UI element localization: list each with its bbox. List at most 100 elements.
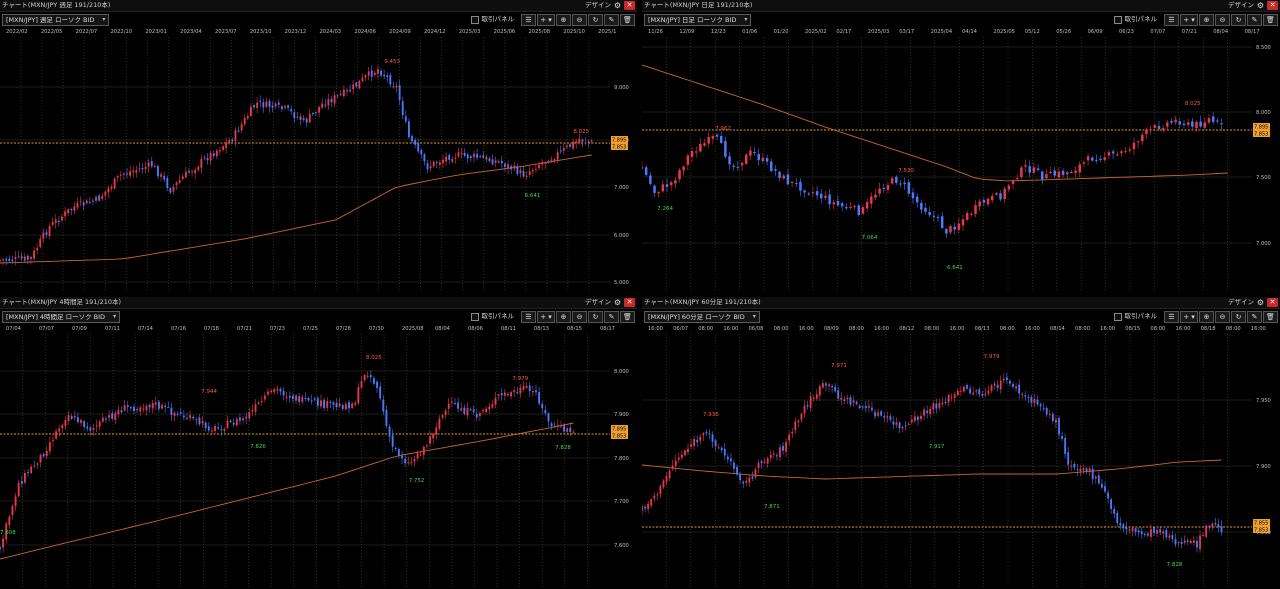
trade-panel-label: 取引パネル [1124, 312, 1158, 320]
close-button[interactable]: ✕ [1267, 298, 1278, 307]
candle-body [158, 401, 160, 409]
refresh-icon[interactable]: ↻ [1231, 13, 1246, 26]
symbol-select[interactable]: [MXN/JPY] 日足 ローソク BID ▾ [644, 14, 752, 26]
crosshair-icon[interactable]: + ▾ [1180, 13, 1198, 26]
candle-body [497, 161, 500, 163]
candle-body [95, 196, 97, 201]
trash-icon[interactable]: 🗑 [1263, 13, 1278, 26]
draw-lines-icon[interactable]: ☰ [521, 310, 536, 323]
window-title: チャート(MXN/JPY 4時間足 191/210本) [2, 298, 122, 306]
pencil-icon[interactable]: ✎ [604, 310, 619, 323]
design-menu[interactable]: デザイン [1228, 297, 1254, 308]
gear-icon[interactable]: ⚙ [613, 298, 622, 307]
crosshair-icon[interactable]: + ▾ [537, 13, 555, 26]
candle-body [1070, 465, 1073, 467]
candle-body [861, 207, 865, 214]
candle-body [690, 444, 692, 447]
zoom-out-icon[interactable]: ⊖ [1215, 13, 1230, 26]
zoom-in-icon[interactable]: ⊕ [556, 310, 571, 323]
close-button[interactable]: ✕ [1267, 1, 1278, 10]
candle-body [361, 77, 364, 82]
trash-icon[interactable]: 🗑 [620, 310, 635, 323]
gear-icon[interactable]: ⚙ [613, 1, 622, 10]
design-menu[interactable]: デザイン [585, 0, 611, 11]
candle-body [292, 395, 294, 399]
zoom-out-icon[interactable]: ⊖ [1215, 310, 1230, 323]
zoom-out-icon[interactable]: ⊖ [572, 13, 587, 26]
candle-body [86, 426, 89, 429]
candle-body [366, 375, 369, 377]
refresh-icon[interactable]: ↻ [588, 13, 603, 26]
candle-body [17, 256, 20, 258]
candle-body [510, 392, 513, 397]
candle-body [717, 447, 720, 449]
close-button[interactable]: ✕ [624, 1, 635, 10]
refresh-icon[interactable]: ↻ [588, 310, 603, 323]
candle-body [861, 406, 864, 408]
pencil-icon[interactable]: ✎ [604, 13, 619, 26]
crosshair-icon[interactable]: + ▾ [537, 310, 555, 323]
candle-body [680, 454, 683, 458]
candlestick-chart[interactable]: 11/26 12/09 12/23 01/06 01/20 2025/02 02/17 202… [642, 27, 1280, 292]
gear-icon[interactable]: ⚙ [1256, 1, 1265, 10]
candle-body [463, 152, 466, 156]
candle-body [223, 429, 226, 431]
candle-body [271, 105, 274, 108]
draw-lines-icon[interactable]: ☰ [521, 13, 536, 26]
candlestick-chart[interactable]: 16:00 06/07 08:00 16:00 06/08 08:00 16:00 08/09… [642, 324, 1280, 589]
candle-body [392, 86, 395, 88]
candle-body [226, 420, 229, 428]
candle-body [1005, 377, 1008, 380]
candle-body [975, 390, 978, 392]
refresh-icon[interactable]: ↻ [1231, 310, 1246, 323]
pencil-icon[interactable]: ✎ [1247, 13, 1262, 26]
draw-lines-icon[interactable]: ☰ [1164, 310, 1179, 323]
candle-body [978, 389, 981, 395]
candlestick-chart[interactable]: 07/04 07/07 07/09 07/11 07/14 07/16 07/18 07/21… [0, 324, 637, 589]
zoom-out-icon[interactable]: ⊖ [572, 310, 587, 323]
gear-icon[interactable]: ⚙ [1256, 298, 1265, 307]
candle-body [702, 433, 705, 436]
candle-body [270, 390, 273, 393]
x-tick-label: 06/07 [673, 326, 688, 332]
candle-body [880, 411, 883, 416]
symbol-select[interactable]: [MXN/JPY] 4時間足 ローソク BID ▾ [2, 311, 121, 323]
candle-body [682, 166, 685, 171]
zoom-in-icon[interactable]: ⊕ [1199, 310, 1214, 323]
trash-icon[interactable]: 🗑 [1263, 310, 1278, 323]
candle-body [482, 155, 485, 158]
candle-body [438, 162, 441, 165]
draw-lines-icon[interactable]: ☰ [1164, 13, 1179, 26]
close-button[interactable]: ✕ [624, 298, 635, 307]
trade-panel-checkbox[interactable] [1113, 15, 1122, 24]
y-tick-label: 7.600 [614, 543, 629, 549]
candle-body [941, 402, 944, 405]
x-tick-label: 2025/03 [459, 29, 481, 35]
candle-body [335, 402, 338, 408]
design-menu[interactable]: デザイン [1228, 0, 1254, 11]
crosshair-icon[interactable]: + ▾ [1180, 310, 1198, 323]
symbol-select[interactable]: [MXN/JPY] 60分足 ローソク BID ▾ [644, 311, 760, 323]
candlestick-chart[interactable]: 2022/02 2022/05 2022/07 2022/10 2023/01 2023/… [0, 27, 637, 292]
candle-body [1178, 121, 1182, 125]
x-tick-label: 06/08 [748, 326, 763, 332]
trade-panel-checkbox[interactable] [470, 15, 479, 24]
symbol-select[interactable]: [MXN/JPY] 週足 ローソク BID ▾ [2, 14, 110, 26]
trash-icon[interactable]: 🗑 [620, 13, 635, 26]
trade-panel-checkbox[interactable] [470, 312, 479, 321]
zoom-in-icon[interactable]: ⊕ [556, 13, 571, 26]
candle-body [1076, 469, 1079, 471]
candle-body [1057, 171, 1061, 178]
candle-body [1189, 541, 1192, 544]
candle-body [504, 163, 506, 167]
design-menu[interactable]: デザイン [585, 297, 611, 308]
x-tick-label: 2025/04 [931, 29, 953, 35]
zoom-in-icon[interactable]: ⊕ [1199, 13, 1214, 26]
candle-body [740, 162, 744, 166]
candle-body [707, 137, 710, 144]
pencil-icon[interactable]: ✎ [1247, 310, 1262, 323]
x-tick-label: 2025/05 [993, 29, 1015, 35]
candle-body [64, 419, 67, 427]
trade-panel-checkbox[interactable] [1113, 312, 1122, 321]
candle-body [711, 135, 715, 139]
